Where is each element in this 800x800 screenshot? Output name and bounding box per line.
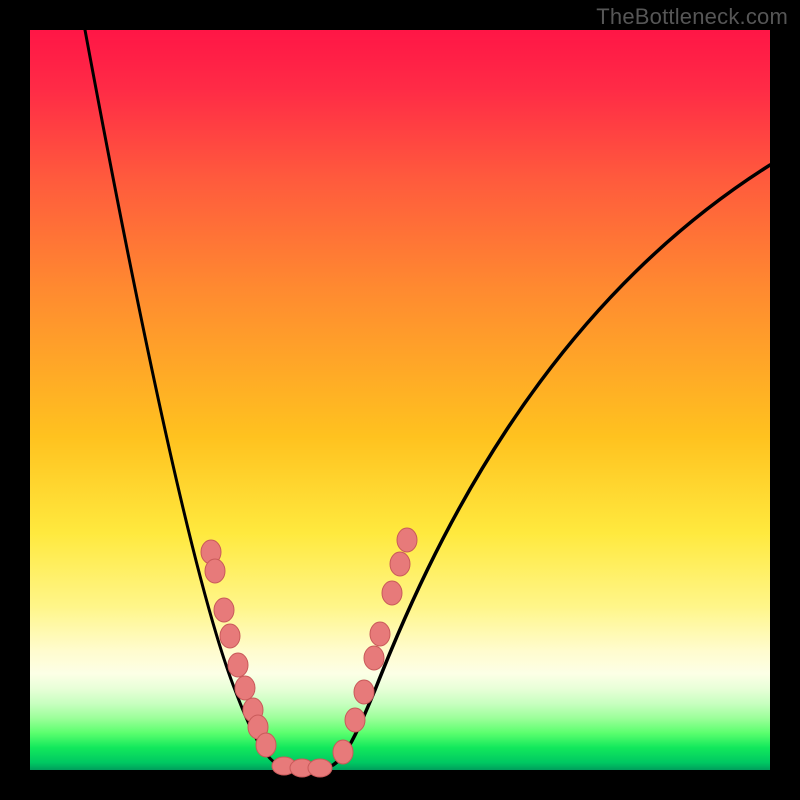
- data-marker: [333, 740, 353, 764]
- data-marker: [228, 653, 248, 677]
- data-marker: [214, 598, 234, 622]
- data-marker: [382, 581, 402, 605]
- marker-group: [201, 528, 417, 777]
- data-marker: [370, 622, 390, 646]
- curve-right-curve: [320, 165, 770, 769]
- data-marker: [205, 559, 225, 583]
- plot-area: [30, 30, 770, 770]
- chart-frame: TheBottleneck.com: [0, 0, 800, 800]
- data-marker: [235, 676, 255, 700]
- chart-svg: [30, 30, 770, 770]
- watermark-text: TheBottleneck.com: [596, 4, 788, 30]
- data-marker: [354, 680, 374, 704]
- data-marker: [308, 759, 332, 777]
- curve-left-curve: [85, 30, 320, 769]
- curve-group: [85, 30, 770, 769]
- data-marker: [364, 646, 384, 670]
- data-marker: [220, 624, 240, 648]
- data-marker: [256, 733, 276, 757]
- data-marker: [390, 552, 410, 576]
- data-marker: [345, 708, 365, 732]
- data-marker: [397, 528, 417, 552]
